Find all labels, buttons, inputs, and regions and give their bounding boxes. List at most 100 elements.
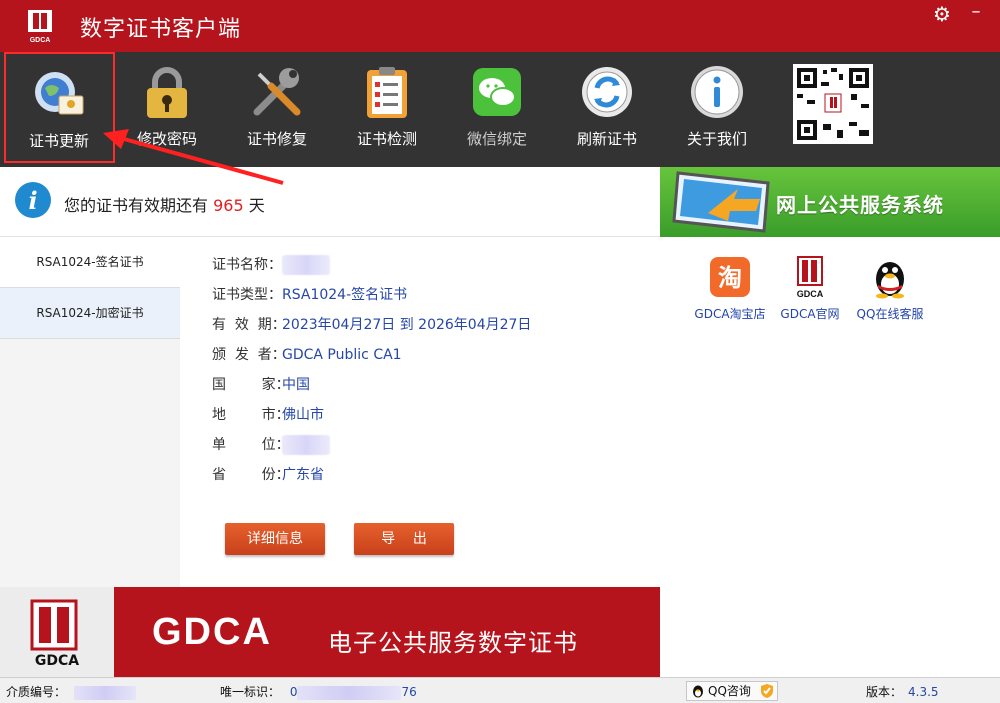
detail-row-validity: 有 效 期：2023年04月27日 到 2026年04月27日 [212, 314, 531, 334]
version-label: 版本： [866, 685, 903, 699]
tool-label: 证书修复 [246, 130, 307, 148]
redacted-value [282, 435, 330, 455]
certificate-details: 证书名称： 证书类型：RSA1024-签名证书 有 效 期：2023年04月27… [180, 237, 660, 587]
certificate-list: RSA1024-签名证书 RSA1024-加密证书 [0, 237, 180, 587]
validity-days: 965 [213, 196, 244, 215]
svg-text:i: i [28, 186, 37, 215]
unique-id: 唯一标识： 0 76 [220, 683, 417, 700]
detail-label: 国 家： [212, 377, 290, 393]
validity-prefix: 您的证书有效期还有 [64, 196, 214, 215]
banner-title: 网上公共服务系统 [776, 193, 944, 217]
window-title: 数字证书客户端 [80, 17, 242, 42]
detail-label: 省 份： [212, 467, 290, 483]
service-links-panel: 淘 GDCA淘宝店 GDCA GDCA官网 QQ在线客服 [660, 237, 1000, 677]
validity-suffix: 天 [243, 196, 265, 215]
tool-cert-check[interactable]: 证书检测 [332, 52, 442, 167]
detail-label: 颁 发 者： [212, 347, 286, 363]
link-label: QQ在线客服 [856, 307, 924, 321]
bottom-logo-text: GDCA [34, 653, 80, 669]
link-label: GDCA官网 [780, 307, 840, 321]
detail-label: 地 市： [212, 407, 290, 423]
export-button[interactable]: 导 出 [354, 523, 454, 555]
detail-row-type: 证书类型：RSA1024-签名证书 [212, 284, 407, 304]
detail-value: 佛山市 [282, 407, 324, 423]
detail-row-issuer: 颁 发 者：GDCA Public CA1 [212, 344, 402, 364]
bottom-logo-box: GDCA [0, 587, 114, 677]
title-logo-text: GDCA [30, 37, 51, 44]
tool-cert-repair[interactable]: 证书修复 [222, 52, 332, 167]
detail-row-unit: 单 位： [212, 434, 330, 455]
tool-refresh-cert[interactable]: 刷新证书 [552, 52, 662, 167]
wrench-screwdriver-icon [253, 68, 301, 116]
detail-row-name: 证书名称： [212, 254, 330, 275]
unique-id-start: 0 [289, 685, 298, 699]
checklist-clipboard-icon [367, 67, 407, 118]
bottom-brand-banner: GDCA GDCA 电子公共服务数字证书 [0, 587, 660, 677]
version-value: 4.3.5 [908, 685, 939, 699]
validity-text: 您的证书有效期还有 965 天 [64, 192, 265, 216]
gdca-logo-icon: GDCA [28, 10, 52, 44]
wechat-icon [473, 68, 521, 116]
tool-cert-update[interactable]: 证书更新 [4, 52, 115, 163]
title-bar: GDCA 数字证书客户端 ⚙ – [0, 0, 1000, 52]
taobao-icon: 淘 [710, 257, 750, 297]
qq-consult-label: QQ咨询 [708, 684, 751, 698]
tool-label: 刷新证书 [576, 130, 637, 148]
info-circle-icon: i [15, 182, 51, 218]
tool-change-password[interactable]: 修改密码 [112, 52, 222, 167]
tool-about-us[interactable]: 关于我们 [662, 52, 772, 167]
link-label: GDCA淘宝店 [694, 307, 766, 321]
qq-penguin-icon [876, 262, 904, 299]
status-bar: 介质编号： 唯一标识： 0 76 QQ咨询 版本： 4.3.5 [0, 677, 1000, 703]
detail-label: 证书名称： [212, 257, 282, 273]
link-taobao[interactable]: 淘 GDCA淘宝店 [690, 255, 770, 322]
tool-wechat-bind[interactable]: 微信绑定 [442, 52, 552, 167]
media-id: 介质编号： [6, 683, 137, 700]
link-qq-support[interactable]: QQ在线客服 [850, 255, 930, 322]
media-id-label: 介质编号： [6, 685, 67, 699]
bottom-slogan: 电子公共服务数字证书 [328, 629, 578, 657]
gdca-logo-icon [30, 599, 78, 651]
public-service-banner[interactable]: 网上公共服务系统 [660, 167, 1000, 237]
cert-item-encrypt[interactable]: RSA1024-加密证书 [0, 288, 180, 339]
link-gdca-website[interactable]: GDCA GDCA官网 [770, 255, 850, 322]
settings-gear-icon[interactable]: ⚙ [928, 2, 956, 26]
certificate-globe-icon [35, 72, 84, 115]
detail-label: 证书类型： [212, 287, 282, 303]
version: 版本： 4.3.5 [866, 683, 939, 700]
info-icon [691, 66, 743, 118]
detail-label: 有 效 期： [212, 317, 286, 333]
tool-label: 微信绑定 [466, 130, 527, 148]
bottom-brand-name: GDCA [152, 611, 272, 653]
svg-text:淘: 淘 [718, 264, 742, 292]
unique-id-label: 唯一标识： [220, 685, 281, 699]
detail-value: 2023年04月27日 到 2026年04月27日 [282, 317, 532, 333]
detail-value: 中国 [282, 377, 310, 393]
monitor-arrow-icon [672, 171, 770, 233]
redacted-value [282, 255, 330, 275]
tool-label: 证书更新 [28, 132, 89, 150]
detail-row-city: 地 市：佛山市 [212, 404, 324, 424]
unique-id-end: 76 [401, 685, 417, 699]
detail-row-country: 国 家：中国 [212, 374, 310, 394]
padlock-icon [147, 67, 187, 118]
cert-item-sign[interactable]: RSA1024-签名证书 [0, 237, 180, 288]
detail-row-province: 省 份：广东省 [212, 464, 324, 484]
qq-penguin-icon [693, 685, 703, 698]
minimize-icon[interactable]: – [962, 2, 990, 26]
detail-value: 广东省 [282, 467, 324, 483]
tool-label: 修改密码 [136, 130, 197, 148]
detail-label: 单 位： [212, 437, 290, 453]
svg-text:GDCA: GDCA [797, 289, 824, 299]
details-button[interactable]: 详细信息 [225, 523, 325, 555]
redacted-value [297, 685, 402, 700]
detail-value: GDCA Public CA1 [282, 347, 402, 363]
qr-code-icon [793, 64, 873, 144]
validity-info-bar: i 您的证书有效期还有 965 天 [0, 167, 660, 237]
tool-label: 证书检测 [356, 130, 417, 148]
toolbar: 证书更新 修改密码 证书修复 证书检测 微信绑定 刷新证书 关于我们 [0, 52, 1000, 167]
gdca-logo-icon: GDCA [797, 256, 824, 299]
qq-consult-button[interactable]: QQ咨询 [686, 681, 778, 701]
tool-label: 关于我们 [686, 130, 747, 148]
detail-value: RSA1024-签名证书 [282, 287, 408, 303]
